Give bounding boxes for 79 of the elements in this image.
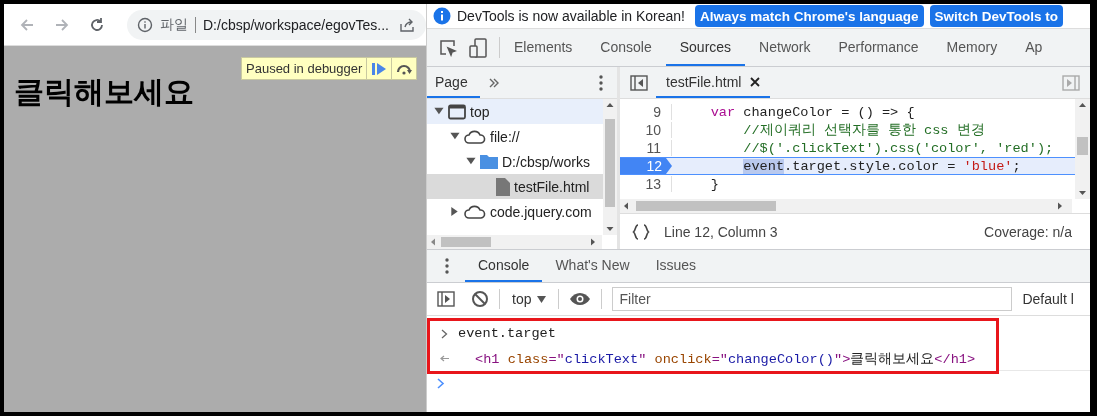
console-input-text: event.target [458, 326, 556, 341]
file-icon [496, 177, 510, 196]
address-bar[interactable]: 파일 D:/cbsp/workspace/egovTes... [127, 9, 426, 40]
reload-icon[interactable] [88, 15, 106, 34]
tree-item[interactable]: file:// [427, 124, 603, 149]
sidebar-toggle-icon[interactable] [437, 291, 455, 307]
prompt-icon[interactable] [437, 378, 445, 389]
info-icon[interactable] [137, 16, 153, 33]
code-text: } [709, 176, 719, 192]
device-icon[interactable] [469, 37, 487, 58]
panel-tab[interactable]: Memory [932, 29, 1012, 66]
vertical-scrollbar[interactable] [603, 99, 617, 235]
dropdown-caret-icon [537, 295, 547, 303]
kebab-menu-icon[interactable] [445, 258, 449, 274]
infobar-button[interactable]: Always match Chrome's language [695, 5, 924, 27]
clear-icon[interactable] [471, 290, 489, 308]
tree-item-label: D:/cbsp/works [502, 153, 590, 170]
line-number[interactable]: 11 [620, 140, 672, 156]
step-over-icon[interactable] [395, 62, 414, 75]
line-number[interactable]: 12 [620, 158, 672, 174]
toggle-navigator-icon[interactable] [630, 74, 648, 91]
tree-item-label: top [470, 103, 490, 120]
file-tab-label: testFile.html [666, 73, 742, 90]
pretty-print-icon[interactable] [632, 223, 650, 240]
context-selector[interactable]: top [510, 291, 549, 307]
panel-tab[interactable]: Network [745, 29, 825, 66]
inspect-icon[interactable] [439, 38, 457, 57]
code-text: //제이쿼리 선택자를 통한 css 변경 [742, 122, 985, 139]
code-text: var changeColor = () => { [709, 104, 915, 120]
line-number[interactable]: 10 [620, 122, 672, 138]
tree-item-label: code.jquery.com [490, 203, 592, 220]
horizontal-scrollbar[interactable] [427, 235, 602, 249]
line-number[interactable]: 13 [620, 176, 672, 192]
collapsed-arrow-icon[interactable] [449, 206, 460, 217]
code-text: event.target.style.color = 'blue'; [742, 158, 1021, 174]
panel-tab[interactable]: Ap [1011, 29, 1057, 66]
tree-item[interactable]: code.jquery.com [427, 199, 603, 224]
url-text: D:/cbsp/workspace/egovTes... [203, 16, 390, 33]
tree-item-label: testFile.html [514, 178, 590, 195]
cloud-icon [464, 204, 486, 219]
drawer-tab[interactable]: Issues [642, 250, 710, 282]
coverage-status: Coverage: n/a [984, 223, 1072, 240]
toggle-debugger-icon[interactable] [1062, 74, 1080, 91]
url-scheme: 파일 [160, 15, 188, 34]
filter-field[interactable]: Filter [612, 287, 1013, 311]
input-chevron-icon [440, 328, 448, 339]
cursor-position: Line 12, Column 3 [664, 223, 778, 240]
line-number[interactable]: 9 [620, 104, 672, 120]
info-icon [433, 7, 451, 25]
infobar-message: DevTools is now available in Korean! [457, 8, 685, 24]
expanded-arrow-icon[interactable] [449, 131, 460, 142]
more-tabs-icon[interactable] [487, 76, 500, 89]
infobar-button[interactable]: Switch DevTools to [929, 5, 1064, 27]
panel-tab[interactable]: Console [586, 29, 666, 66]
folder-icon [480, 154, 498, 169]
drawer-tab[interactable]: Console [465, 250, 543, 282]
log-levels-dropdown[interactable]: Default l [1022, 291, 1074, 307]
vertical-scrollbar[interactable] [1075, 99, 1090, 199]
close-icon[interactable] [750, 76, 761, 87]
kebab-menu-icon[interactable] [599, 74, 603, 91]
page-heading: 클릭해보세요 [14, 74, 194, 110]
horizontal-scrollbar[interactable] [620, 199, 1072, 213]
expanded-arrow-icon[interactable] [433, 106, 444, 117]
panel-tab[interactable]: Performance [824, 29, 933, 66]
code-text: //$('.clickText').css('color', 'red'); [742, 140, 1054, 156]
expanded-arrow-icon[interactable] [465, 156, 476, 167]
tree-item-label: file:// [490, 128, 520, 145]
tree-item[interactable]: D:/cbsp/works [427, 149, 603, 174]
eye-icon[interactable] [569, 292, 592, 306]
drawer-tab[interactable]: What's New [542, 250, 643, 282]
panel-tab[interactable]: Elements [500, 29, 587, 66]
frame-icon [448, 103, 466, 120]
resume-icon[interactable] [371, 61, 388, 76]
tree-item[interactable]: testFile.html [427, 174, 603, 199]
console-result-text: <h1 class="clickText" onclick="changeColor()">클릭해보세요</h1> [475, 350, 976, 368]
cloud-icon [464, 129, 486, 144]
paused-label: Paused in debugger [245, 60, 364, 78]
result-arrow-icon [439, 355, 449, 362]
tree-item[interactable]: top [427, 99, 603, 124]
